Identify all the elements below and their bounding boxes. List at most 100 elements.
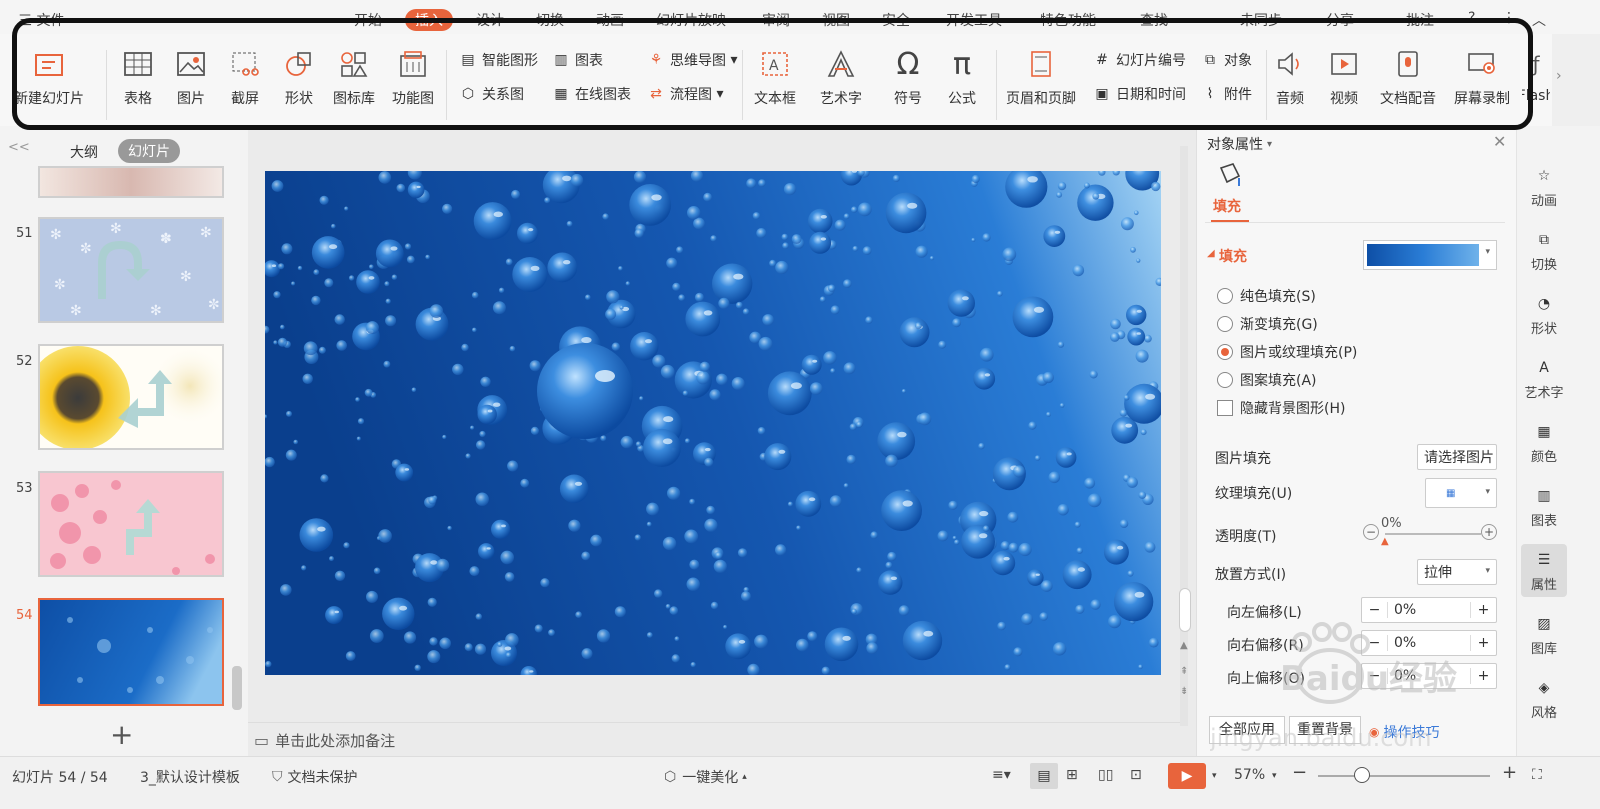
select-picture-button[interactable]: 请选择图片	[1417, 444, 1497, 470]
screenshot-button[interactable]: 截屏	[227, 46, 263, 108]
relation-button[interactable]: ⬡ 关系图	[458, 84, 524, 104]
textbox-button[interactable]: A 文本框	[754, 46, 796, 108]
new-slide-button[interactable]: 新建幻灯片	[14, 46, 84, 108]
texture-dropdown[interactable]: ▦ ▾	[1425, 478, 1497, 508]
protection-status[interactable]: ⛉ 文档未保护	[272, 767, 358, 787]
sidebar-wordart[interactable]: A 艺术字	[1521, 356, 1567, 401]
sidebar-shape[interactable]: ◔ 形状	[1521, 292, 1567, 337]
attachment-button[interactable]: ⌇ 附件	[1200, 84, 1252, 104]
zoom-level[interactable]: 57%	[1234, 767, 1265, 783]
menu-developer[interactable]: 开发工具	[946, 10, 1002, 30]
fill-tab-icon[interactable]	[1215, 162, 1243, 192]
slide-thumbnail-51[interactable]: ✻ ✼ ✻ ✽ ✻ ✼ ✻ ✻ ✼ ✻	[38, 217, 224, 323]
object-button[interactable]: ⧉ 对象	[1200, 50, 1252, 70]
fill-section-header[interactable]: 填充	[1219, 246, 1247, 266]
menu-comment[interactable]: 批注	[1406, 10, 1434, 30]
audio-button[interactable]: 音频	[1272, 46, 1308, 108]
chart-button[interactable]: ▥ 图表	[551, 50, 603, 70]
slide-thumbnail-54[interactable]	[38, 598, 224, 706]
menu-share[interactable]: 分享	[1326, 10, 1354, 30]
sidebar-chart[interactable]: ▥ 图表	[1521, 484, 1567, 529]
smart-art-button[interactable]: ▤ 智能图形	[458, 50, 538, 70]
scroll-up-icon[interactable]: ▲	[1180, 640, 1188, 651]
presenter-view-icon[interactable]: ⊡	[1130, 767, 1142, 783]
sidebar-animation[interactable]: ☆ 动画	[1521, 164, 1567, 209]
play-options-icon[interactable]: ▾	[1212, 771, 1217, 781]
slide-sorter-icon[interactable]: ⊞	[1066, 767, 1078, 783]
menu-file[interactable]: 三 文件	[18, 10, 64, 30]
sidebar-transition[interactable]: ⧉ 切换	[1521, 228, 1567, 273]
flowchart-button[interactable]: ⇄ 流程图 ▾	[646, 84, 723, 104]
picture-fill-radio[interactable]: 图片或纹理填充(P)	[1217, 342, 1357, 362]
formula-button[interactable]: π 公式	[944, 46, 980, 108]
prev-page-icon[interactable]: ⇞	[1180, 666, 1188, 677]
slide-thumbnail-53[interactable]	[38, 471, 224, 577]
transparency-slider-handle[interactable]: ▲	[1381, 536, 1389, 547]
thumbnail-scrollbar[interactable]	[232, 666, 242, 710]
hide-bg-checkbox[interactable]: 隐藏背景图形(H)	[1217, 398, 1345, 418]
fit-window-icon[interactable]: ⛶	[1532, 767, 1542, 783]
menu-sync[interactable]: 未同步	[1240, 10, 1282, 30]
menu-animation[interactable]: 动画	[596, 10, 624, 30]
notes-toggle-icon[interactable]: ≡▾	[992, 767, 1011, 783]
tab-outline[interactable]: 大纲	[70, 142, 98, 162]
menu-transition[interactable]: 切换	[536, 10, 564, 30]
collapse-panel-icon[interactable]: <<	[8, 140, 30, 155]
transparency-slider[interactable]	[1385, 533, 1481, 535]
offset-left-field[interactable]: − 0% +	[1361, 597, 1497, 623]
icon-library-button[interactable]: 图标库	[333, 46, 375, 108]
offset-top-plus[interactable]: +	[1470, 668, 1496, 684]
flash-button[interactable]: ƒ Flash	[1522, 46, 1550, 104]
reading-view-icon[interactable]: ▯▯	[1098, 767, 1113, 783]
menu-home[interactable]: 开始	[354, 10, 382, 30]
zoom-slider[interactable]	[1318, 775, 1490, 777]
sidebar-style[interactable]: ◈ 风格	[1521, 676, 1567, 721]
help-icon[interactable]: ?	[1468, 10, 1475, 26]
offset-left-plus[interactable]: +	[1470, 602, 1496, 618]
menu-insert[interactable]: 插入	[405, 9, 453, 31]
current-slide[interactable]	[261, 156, 1165, 683]
slide-thumbnail-52[interactable]	[38, 344, 224, 450]
menu-search[interactable]: 查找	[1140, 10, 1168, 30]
mind-map-button[interactable]: ⚘ 思维导图 ▾	[646, 50, 738, 70]
menu-review[interactable]: 审阅	[762, 10, 790, 30]
sidebar-properties[interactable]: ☰ 属性	[1521, 544, 1567, 597]
beautify-button[interactable]: ⬡ 一键美化 ▴	[664, 767, 747, 787]
play-slideshow-button[interactable]: ▶	[1168, 763, 1206, 789]
notes-area[interactable]: ▭ 单击此处添加备注	[254, 730, 395, 751]
pattern-fill-radio[interactable]: 图案填充(A)	[1217, 370, 1317, 390]
picture-button[interactable]: 图片	[173, 46, 209, 108]
canvas-scrollbar-thumb[interactable]	[1179, 588, 1191, 632]
menu-view[interactable]: 视图	[822, 10, 850, 30]
doc-dub-button[interactable]: 文档配音	[1380, 46, 1436, 108]
reset-background-button[interactable]: 重置背景	[1289, 716, 1361, 744]
solid-fill-radio[interactable]: 纯色填充(S)	[1217, 286, 1316, 306]
sidebar-gallery[interactable]: ▨ 图库	[1521, 612, 1567, 657]
menu-security[interactable]: 安全	[882, 10, 910, 30]
offset-top-field[interactable]: − 0% +	[1361, 663, 1497, 689]
date-time-button[interactable]: ▣ 日期和时间	[1092, 84, 1186, 104]
close-icon[interactable]: ✕	[1493, 132, 1506, 151]
template-name[interactable]: 3_默认设计模板	[140, 767, 240, 787]
offset-left-minus[interactable]: −	[1362, 602, 1388, 618]
table-button[interactable]: 表格	[120, 46, 156, 108]
increase-transparency-button[interactable]: +	[1481, 524, 1497, 540]
tab-slides[interactable]: 幻灯片	[118, 139, 180, 163]
offset-top-minus[interactable]: −	[1362, 668, 1388, 684]
video-button[interactable]: 视频	[1326, 46, 1362, 108]
screen-record-button[interactable]: 屏幕录制	[1452, 46, 1512, 108]
tips-link[interactable]: ◉ 操作技巧	[1369, 722, 1439, 742]
collapse-ribbon-icon[interactable]: ︿	[1532, 10, 1546, 30]
tab-fill[interactable]: 填充	[1213, 196, 1241, 216]
offset-right-field[interactable]: − 0% +	[1361, 630, 1497, 656]
sidebar-color[interactable]: ▦ 颜色	[1521, 420, 1567, 465]
function-chart-button[interactable]: 功能图	[392, 46, 434, 108]
zoom-slider-handle[interactable]	[1354, 767, 1370, 783]
menu-special[interactable]: 特色功能	[1040, 10, 1096, 30]
apply-all-button[interactable]: 全部应用	[1209, 716, 1285, 744]
slide-thumbnail-50[interactable]	[38, 166, 224, 198]
panel-title-dropdown[interactable]: 对象属性 ▾	[1207, 134, 1272, 154]
header-footer-button[interactable]: 页眉和页脚	[1006, 46, 1076, 108]
menu-slideshow[interactable]: 幻灯片放映	[656, 10, 726, 30]
zoom-out-button[interactable]: −	[1292, 762, 1307, 783]
